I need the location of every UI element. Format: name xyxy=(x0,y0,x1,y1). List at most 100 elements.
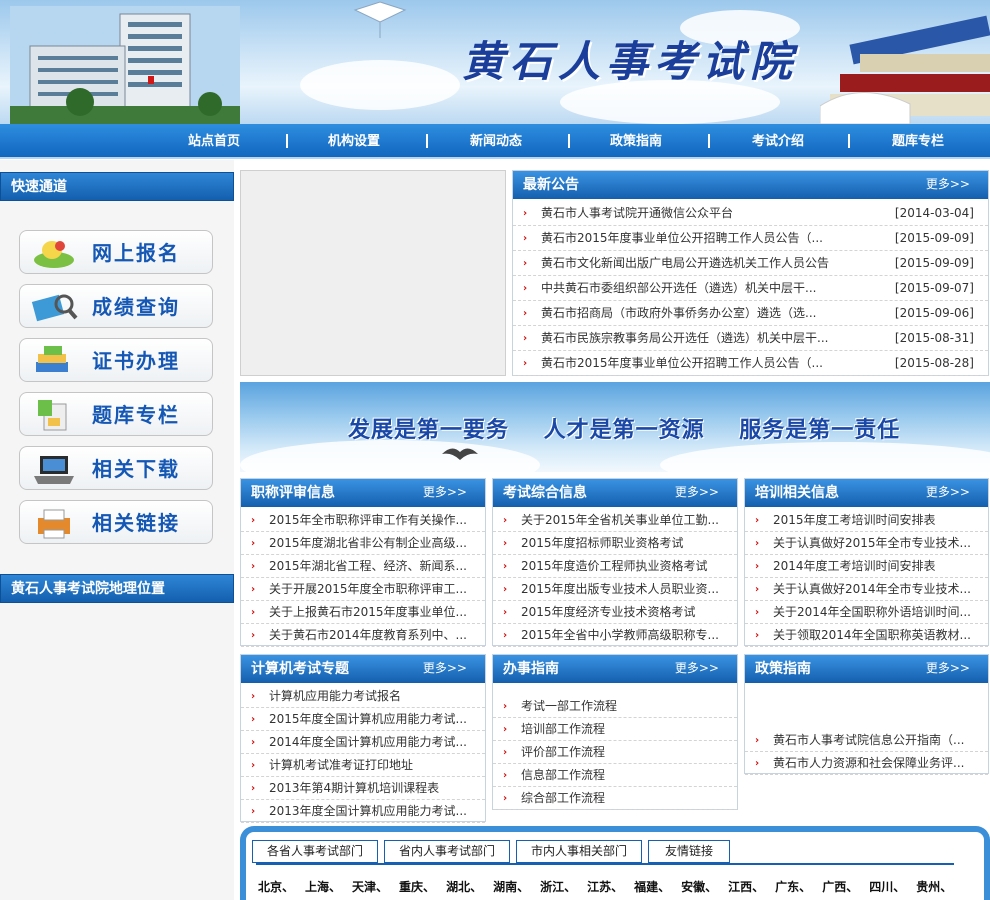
arrow-icon: › xyxy=(251,630,256,641)
list-item[interactable]: › 2013年度全国计算机应用能力考试... xyxy=(241,800,485,823)
more-link[interactable]: 更多>> xyxy=(675,479,719,505)
nav-item-organization[interactable]: 机构设置 xyxy=(304,124,404,159)
arrow-icon: › xyxy=(251,584,256,595)
list-item[interactable]: › 2015年度湖北省非公有制企业高级... xyxy=(241,532,485,555)
list-item[interactable]: › 2015年全省中小学教师高级职称专... xyxy=(493,624,737,647)
arrow-icon: › xyxy=(755,515,760,526)
arrow-icon: › xyxy=(503,747,508,758)
nav-item-home[interactable]: 站点首页 xyxy=(164,124,264,159)
arrow-icon: › xyxy=(755,561,760,572)
notice-item[interactable]: › 黄石市2015年度事业单位公开招聘工作人员公告（... [2015-08-28] xyxy=(513,351,988,376)
nav-separator xyxy=(568,134,570,148)
list-item[interactable]: › 综合部工作流程 xyxy=(493,787,737,810)
list-item[interactable]: › 关于开展2015年度全市职称评审工... xyxy=(241,578,485,601)
more-link[interactable]: 更多>> xyxy=(675,655,719,681)
province-link[interactable]: 福建、 xyxy=(634,880,670,894)
nav-item-policy[interactable]: 政策指南 xyxy=(586,124,686,159)
list-item[interactable]: › 评价部工作流程 xyxy=(493,741,737,764)
list-item[interactable]: › 考试一部工作流程 xyxy=(493,695,737,718)
list-item[interactable]: › 2015年度全国计算机应用能力考试... xyxy=(241,708,485,731)
arrow-icon: › xyxy=(523,358,528,369)
notice-item[interactable]: › 黄石市2015年度事业单位公开招聘工作人员公告（... [2015-09-09] xyxy=(513,226,988,251)
province-link[interactable]: 天津、 xyxy=(352,880,388,894)
list-item[interactable]: › 信息部工作流程 xyxy=(493,764,737,787)
arrow-icon: › xyxy=(503,607,508,618)
province-link[interactable]: 重庆、 xyxy=(399,880,435,894)
province-link[interactable]: 安徽、 xyxy=(681,880,717,894)
notice-item[interactable]: › 黄石市人事考试院开通微信公众平台 [2014-03-04] xyxy=(513,201,988,226)
books-decoration xyxy=(820,15,990,124)
article-list: › 2015年全市职称评审工作有关操作... › 2015年度湖北省非公有制企业高级… xyxy=(241,509,485,647)
province-link[interactable]: 四川、 xyxy=(869,880,905,894)
tab-provincial-exam-depts[interactable]: 各省人事考试部门 xyxy=(252,840,378,863)
quick-link-label: 成绩查询 xyxy=(92,295,180,319)
tab-friendly-links[interactable]: 友情链接 xyxy=(648,840,730,863)
nav-item-news[interactable]: 新闻动态 xyxy=(446,124,546,159)
list-item[interactable]: › 培训部工作流程 xyxy=(493,718,737,741)
list-item[interactable]: › 关于领取2014年全国职称英语教材... xyxy=(745,624,988,647)
list-item[interactable]: › 2014年度全国计算机应用能力考试... xyxy=(241,731,485,754)
list-item[interactable]: › 2015年度招标师职业资格考试 xyxy=(493,532,737,555)
notice-item[interactable]: › 黄石市文化新闻出版广电局公开遴选机关工作人员公告 [2015-09-09] xyxy=(513,251,988,276)
more-link[interactable]: 更多>> xyxy=(423,479,467,505)
province-link[interactable]: 江西、 xyxy=(728,880,764,894)
training-panel: 培训相关信息 更多>> › 2015年度工考培训时间安排表 › 关于认真做好2015… xyxy=(744,478,989,647)
province-link[interactable]: 广西、 xyxy=(822,880,858,894)
quick-link-download[interactable]: 相关下载 xyxy=(19,446,213,490)
quick-link-score-search[interactable]: 成绩查询 xyxy=(19,284,213,328)
more-link[interactable]: 更多>> xyxy=(926,479,970,505)
left-sidebar: 快速通道 网上报名 成绩查询 证书办理 题库专栏 相关下载 相关链接 黄石人事考… xyxy=(0,160,234,900)
tab-in-province-exam-depts[interactable]: 省内人事考试部门 xyxy=(384,840,510,863)
notice-item[interactable]: › 中共黄石市委组织部公开选任（遴选）机关中层干... [2015-09-07] xyxy=(513,276,988,301)
arrow-icon: › xyxy=(503,701,508,712)
list-item[interactable]: › 关于认真做好2014年全市专业技术... xyxy=(745,578,988,601)
nav-separator xyxy=(708,134,710,148)
quick-link-certificate[interactable]: 证书办理 xyxy=(19,338,213,382)
list-item[interactable]: › 2015年度出版专业技术人员职业资... xyxy=(493,578,737,601)
more-link[interactable]: 更多>> xyxy=(423,655,467,681)
province-link[interactable]: 湖北、 xyxy=(446,880,482,894)
province-link[interactable]: 贵州、 xyxy=(916,880,952,894)
tab-city-depts[interactable]: 市内人事相关部门 xyxy=(516,840,642,863)
arrow-icon: › xyxy=(503,724,508,735)
policy-panel: 政策指南 更多>> › 黄石市人事考试院信息公开指南（... › 黄石市人力资源和社… xyxy=(744,654,989,775)
quick-link-question-bank[interactable]: 题库专栏 xyxy=(19,392,213,436)
list-item[interactable]: › 计算机考试准考证打印地址 xyxy=(241,754,485,777)
notice-item[interactable]: › 黄石市招商局（市政府外事侨务办公室）遴选（选... [2015-09-06] xyxy=(513,301,988,326)
more-link[interactable]: 更多>> xyxy=(926,171,970,197)
list-item[interactable]: › 黄石市人力资源和社会保障业务评... xyxy=(745,752,988,775)
list-item[interactable]: › 2015年全市职称评审工作有关操作... xyxy=(241,509,485,532)
list-item[interactable]: › 2013年第4期计算机培训课程表 xyxy=(241,777,485,800)
list-item[interactable]: › 关于黄石市2014年度教育系列中、... xyxy=(241,624,485,647)
news-slideshow[interactable] xyxy=(240,170,506,376)
nav-item-question-bank[interactable]: 题库专栏 xyxy=(868,124,968,159)
list-item[interactable]: › 黄石市人事考试院信息公开指南（... xyxy=(745,729,988,752)
list-item[interactable]: › 关于认真做好2015年全市专业技术... xyxy=(745,532,988,555)
list-item[interactable]: › 2015年度经济专业技术资格考试 xyxy=(493,601,737,624)
list-item[interactable]: › 2015年湖北省工程、经济、新闻系... xyxy=(241,555,485,578)
province-link[interactable]: 北京、 xyxy=(258,880,294,894)
province-link[interactable]: 上海、 xyxy=(305,880,341,894)
arrow-icon: › xyxy=(251,760,256,771)
list-item[interactable]: › 2015年度工考培训时间安排表 xyxy=(745,509,988,532)
list-item[interactable]: › 2014年度工考培训时间安排表 xyxy=(745,555,988,578)
quick-link-register[interactable]: 网上报名 xyxy=(19,230,213,274)
notice-item[interactable]: › 黄石市民族宗教事务局公开选任（遴选）机关中层干... [2015-08-31] xyxy=(513,326,988,351)
arrow-icon: › xyxy=(523,258,528,269)
list-item[interactable]: › 关于上报黄石市2015年度事业单位... xyxy=(241,601,485,624)
province-link[interactable]: 湖南、 xyxy=(493,880,529,894)
arrow-icon: › xyxy=(251,691,256,702)
list-item[interactable]: › 2015年度造价工程师执业资格考试 xyxy=(493,555,737,578)
province-link[interactable]: 江苏、 xyxy=(587,880,623,894)
province-link[interactable]: 浙江、 xyxy=(540,880,576,894)
computer-exam-panel: 计算机考试专题 更多>> › 计算机应用能力考试报名 › 2015年度全国计算机应用… xyxy=(240,654,486,823)
nav-item-exam-intro[interactable]: 考试介绍 xyxy=(728,124,828,159)
arrow-icon: › xyxy=(523,283,528,294)
list-item[interactable]: › 关于2015年全省机关事业单位工勤... xyxy=(493,509,737,532)
quick-link-related[interactable]: 相关链接 xyxy=(19,500,213,544)
arrow-icon: › xyxy=(251,714,256,725)
list-item[interactable]: › 计算机应用能力考试报名 xyxy=(241,685,485,708)
list-item[interactable]: › 关于2014年全国职称外语培训时间... xyxy=(745,601,988,624)
more-link[interactable]: 更多>> xyxy=(926,655,970,681)
province-link[interactable]: 广东、 xyxy=(775,880,811,894)
